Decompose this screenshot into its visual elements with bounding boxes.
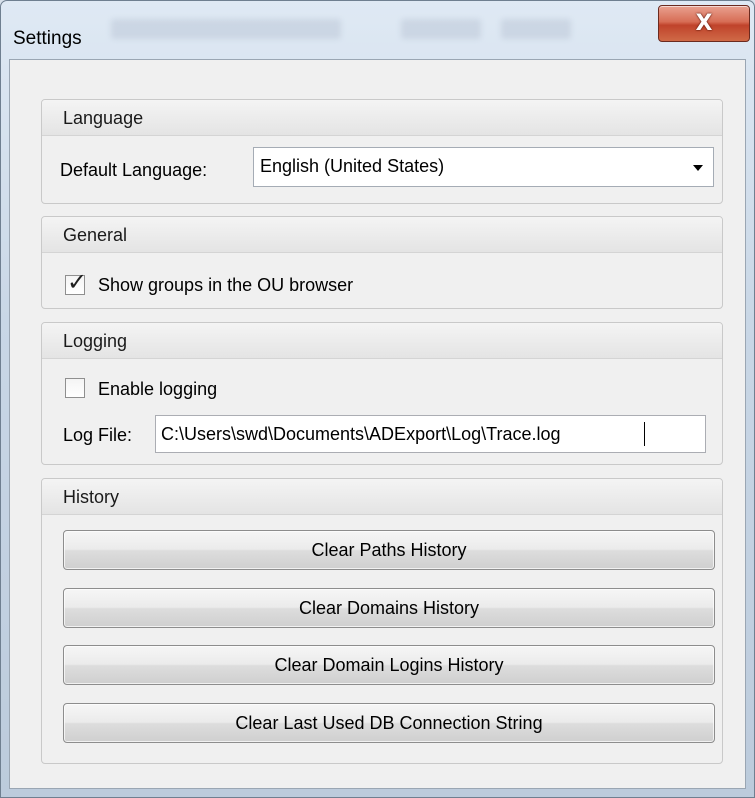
clear-domains-history-button[interactable]: Clear Domains History bbox=[63, 588, 715, 628]
history-group-header: History bbox=[42, 479, 722, 515]
background-blur bbox=[501, 19, 571, 39]
settings-window: Settings X Language Default Language: En… bbox=[0, 0, 755, 798]
close-icon: X bbox=[695, 10, 713, 36]
log-file-value: C:\Users\swd\Documents\ADExport\Log\Trac… bbox=[161, 424, 561, 444]
log-file-label: Log File: bbox=[63, 425, 133, 445]
close-button[interactable]: X bbox=[658, 5, 750, 42]
default-language-value: English (United States) bbox=[260, 156, 445, 176]
default-language-label: Default Language: bbox=[60, 160, 208, 180]
general-group-header: General bbox=[42, 217, 722, 253]
window-title: Settings bbox=[13, 28, 82, 49]
clear-db-connection-string-button[interactable]: Clear Last Used DB Connection String bbox=[63, 703, 715, 743]
clear-domain-logins-history-button[interactable]: Clear Domain Logins History bbox=[63, 645, 715, 685]
background-blur bbox=[111, 19, 341, 39]
clear-paths-history-button[interactable]: Clear Paths History bbox=[63, 530, 715, 570]
default-language-dropdown[interactable]: English (United States) bbox=[253, 147, 714, 187]
background-blur bbox=[401, 19, 481, 39]
show-groups-checkbox[interactable]: ✓ bbox=[65, 270, 87, 295]
title-bar[interactable]: Settings X bbox=[1, 1, 754, 59]
text-caret bbox=[644, 422, 645, 446]
enable-logging-label[interactable]: Enable logging bbox=[98, 379, 217, 400]
logging-group-header: Logging bbox=[42, 323, 722, 359]
checkmark-icon: ✓ bbox=[67, 268, 88, 296]
show-groups-label[interactable]: Show groups in the OU browser bbox=[98, 275, 353, 296]
log-file-input[interactable]: C:\Users\swd\Documents\ADExport\Log\Trac… bbox=[155, 415, 706, 453]
enable-logging-checkbox[interactable] bbox=[65, 378, 85, 398]
language-group-header: Language bbox=[42, 100, 722, 136]
chevron-down-icon[interactable] bbox=[693, 165, 703, 171]
